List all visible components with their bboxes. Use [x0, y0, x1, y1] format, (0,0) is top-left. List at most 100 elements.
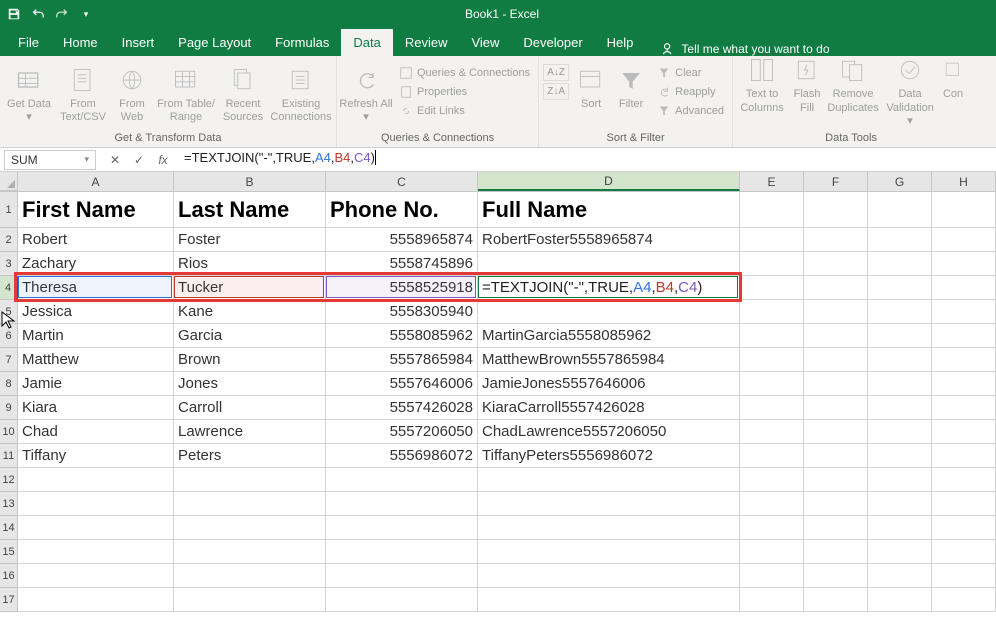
cell-E13[interactable] [740, 492, 804, 516]
queries-connections-button[interactable]: Queries & Connections [395, 64, 534, 82]
cell-H8[interactable] [932, 372, 996, 396]
cell-C4[interactable]: 5558525918 [326, 276, 478, 300]
cell-D16[interactable] [478, 564, 740, 588]
cell-F9[interactable] [804, 396, 868, 420]
cell-D2[interactable]: RobertFoster5558965874 [478, 228, 740, 252]
cell-H4[interactable] [932, 276, 996, 300]
cell-A17[interactable] [18, 588, 174, 612]
col-header-A[interactable]: A [18, 172, 174, 191]
cell-C9[interactable]: 5557426028 [326, 396, 478, 420]
cell-G4[interactable] [868, 276, 932, 300]
cell-F8[interactable] [804, 372, 868, 396]
row-header-2[interactable]: 2 [0, 228, 18, 252]
row-header-11[interactable]: 11 [0, 444, 18, 468]
cell-E16[interactable] [740, 564, 804, 588]
cell-G11[interactable] [868, 444, 932, 468]
cell-D8[interactable]: JamieJones5557646006 [478, 372, 740, 396]
tab-data[interactable]: Data [341, 29, 392, 56]
row-header-8[interactable]: 8 [0, 372, 18, 396]
row-header-17[interactable]: 17 [0, 588, 18, 612]
cell-G17[interactable] [868, 588, 932, 612]
cell-E14[interactable] [740, 516, 804, 540]
tab-page-layout[interactable]: Page Layout [166, 29, 263, 56]
cell-B16[interactable] [174, 564, 326, 588]
cell-E7[interactable] [740, 348, 804, 372]
cell-G9[interactable] [868, 396, 932, 420]
cell-D14[interactable] [478, 516, 740, 540]
cell-E1[interactable] [740, 192, 804, 228]
col-header-F[interactable]: F [804, 172, 868, 191]
cell-G5[interactable] [868, 300, 932, 324]
qat-dropdown-icon[interactable]: ▾ [78, 6, 94, 22]
cell-H1[interactable] [932, 192, 996, 228]
cell-A16[interactable] [18, 564, 174, 588]
filter-button[interactable]: Filter [611, 62, 651, 113]
refresh-all-button[interactable]: Refresh All▾ [339, 62, 393, 126]
cell-E6[interactable] [740, 324, 804, 348]
cell-D4[interactable]: =TEXTJOIN("-",TRUE,A4,B4,C4) [478, 276, 740, 300]
recent-sources-button[interactable]: Recent Sources [218, 62, 268, 126]
cell-B3[interactable]: Rios [174, 252, 326, 276]
cell-B17[interactable] [174, 588, 326, 612]
redo-icon[interactable] [54, 6, 70, 22]
row-header-4[interactable]: 4 [0, 276, 18, 300]
cell-E9[interactable] [740, 396, 804, 420]
cell-F5[interactable] [804, 300, 868, 324]
cell-H11[interactable] [932, 444, 996, 468]
cell-D10[interactable]: ChadLawrence5557206050 [478, 420, 740, 444]
sort-desc-button[interactable]: Z↓A [543, 83, 569, 100]
row-header-9[interactable]: 9 [0, 396, 18, 420]
fx-icon[interactable]: fx [156, 153, 170, 167]
cell-H16[interactable] [932, 564, 996, 588]
cell-F4[interactable] [804, 276, 868, 300]
cell-G1[interactable] [868, 192, 932, 228]
cell-F11[interactable] [804, 444, 868, 468]
cell-D9[interactable]: KiaraCarroll5557426028 [478, 396, 740, 420]
cell-H13[interactable] [932, 492, 996, 516]
cell-E2[interactable] [740, 228, 804, 252]
tab-file[interactable]: File [6, 29, 51, 56]
cell-G7[interactable] [868, 348, 932, 372]
tab-home[interactable]: Home [51, 29, 110, 56]
cell-B10[interactable]: Lawrence [174, 420, 326, 444]
cell-G15[interactable] [868, 540, 932, 564]
cell-G16[interactable] [868, 564, 932, 588]
col-header-D[interactable]: D [478, 172, 740, 191]
cell-D13[interactable] [478, 492, 740, 516]
tab-view[interactable]: View [459, 29, 511, 56]
cell-A1[interactable]: First Name [18, 192, 174, 228]
cell-C15[interactable] [326, 540, 478, 564]
cell-C5[interactable]: 5558305940 [326, 300, 478, 324]
cell-H14[interactable] [932, 516, 996, 540]
cell-B9[interactable]: Carroll [174, 396, 326, 420]
tab-help[interactable]: Help [595, 29, 646, 56]
cell-H2[interactable] [932, 228, 996, 252]
cell-D3[interactable] [478, 252, 740, 276]
cell-H3[interactable] [932, 252, 996, 276]
cell-F16[interactable] [804, 564, 868, 588]
consolidate-button[interactable]: Con [939, 52, 967, 103]
cell-A4[interactable]: Theresa [18, 276, 174, 300]
cell-H12[interactable] [932, 468, 996, 492]
cell-B6[interactable]: Garcia [174, 324, 326, 348]
tab-review[interactable]: Review [393, 29, 460, 56]
from-web-button[interactable]: From Web [110, 62, 154, 126]
cells-area[interactable]: First NameLast NamePhone No.Full NameRob… [18, 192, 996, 612]
text-to-columns-button[interactable]: Text to Columns [735, 52, 789, 116]
cell-B8[interactable]: Jones [174, 372, 326, 396]
reapply-button[interactable]: Reapply [653, 83, 728, 101]
sort-asc-button[interactable]: A↓Z [543, 64, 569, 81]
cell-B11[interactable]: Peters [174, 444, 326, 468]
cell-A14[interactable] [18, 516, 174, 540]
cell-C8[interactable]: 5557646006 [326, 372, 478, 396]
cell-C17[interactable] [326, 588, 478, 612]
cell-D1[interactable]: Full Name [478, 192, 740, 228]
cell-E15[interactable] [740, 540, 804, 564]
edit-links-button[interactable]: Edit Links [395, 102, 534, 120]
cell-B5[interactable]: Kane [174, 300, 326, 324]
cell-E3[interactable] [740, 252, 804, 276]
cell-F12[interactable] [804, 468, 868, 492]
cell-B1[interactable]: Last Name [174, 192, 326, 228]
cell-C3[interactable]: 5558745896 [326, 252, 478, 276]
cell-B12[interactable] [174, 468, 326, 492]
